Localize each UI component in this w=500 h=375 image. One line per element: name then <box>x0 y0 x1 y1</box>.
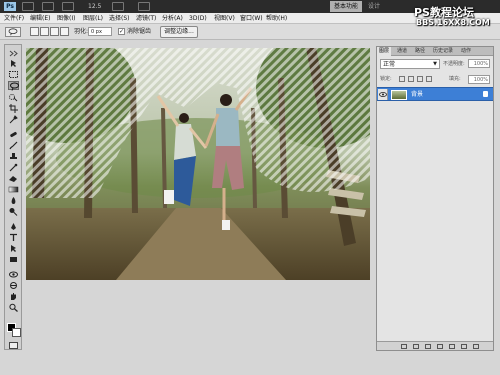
opacity-input[interactable]: 100% <box>468 59 490 68</box>
feather-label: 羽化: <box>74 28 89 35</box>
fill-input[interactable]: 100% <box>468 75 490 84</box>
view-extras-icon[interactable] <box>62 2 74 11</box>
layer-row-background[interactable]: 背景 <box>377 87 493 101</box>
workspace-essentials-button[interactable]: 基本功能 <box>330 1 362 12</box>
blend-mode-select[interactable]: 正常 ▼ <box>380 59 440 69</box>
dodge-tool-icon[interactable] <box>8 207 19 216</box>
watermark-url: BBS.16XX8.COM <box>416 18 490 27</box>
background-color-swatch[interactable] <box>12 328 21 337</box>
menu-analysis[interactable]: 分析(A) <box>162 13 183 24</box>
menu-view[interactable]: 视图(V) <box>214 13 235 24</box>
tab-layers[interactable]: 图层 <box>377 47 392 56</box>
arrange-documents-icon[interactable] <box>138 2 150 11</box>
menu-filter[interactable]: 滤镜(T) <box>136 13 156 24</box>
history-brush-tool-icon[interactable] <box>8 163 19 172</box>
new-group-icon[interactable] <box>449 344 455 349</box>
lock-all-icon[interactable] <box>426 76 432 82</box>
pen-tool-icon[interactable] <box>8 222 19 231</box>
document-canvas[interactable] <box>26 48 370 280</box>
marquee-tool-icon[interactable] <box>8 70 19 79</box>
lasso-tool-icon[interactable] <box>8 81 19 91</box>
zoom-tool-icon[interactable] <box>8 303 19 312</box>
tab-history[interactable]: 历史记录 <box>431 47 455 56</box>
lock-icon <box>483 91 488 97</box>
lock-row: 锁定: 填充: 100% <box>377 74 493 85</box>
photo-image <box>26 48 370 280</box>
lock-label: 锁定: <box>380 76 392 82</box>
hand-icon[interactable] <box>112 2 124 11</box>
3d-rotate-tool-icon[interactable] <box>8 270 19 279</box>
gradient-tool-icon[interactable] <box>8 185 19 194</box>
menu-layer[interactable]: 图层(L) <box>83 13 103 24</box>
zoom-level[interactable]: 12.5 <box>88 2 101 11</box>
menu-image[interactable]: 图像(I) <box>57 13 75 24</box>
blur-tool-icon[interactable] <box>8 196 19 205</box>
move-tool-icon[interactable] <box>8 59 19 68</box>
photoshop-logo: Ps <box>4 2 16 11</box>
intersect-selection-button[interactable] <box>60 27 69 36</box>
bridge-icon[interactable] <box>22 2 34 11</box>
layers-panel: 图层 通道 路径 历史记录 动作 正常 ▼ 不透明度: 100% 锁定: 填充:… <box>376 46 494 351</box>
opacity-label: 不透明度: <box>443 61 465 67</box>
quick-mask-icon[interactable] <box>9 342 18 349</box>
collapse-toolbox-icon[interactable] <box>8 49 19 58</box>
menu-help[interactable]: 帮助(H) <box>266 13 287 24</box>
new-layer-icon[interactable] <box>461 344 467 349</box>
layer-style-icon[interactable] <box>413 344 419 349</box>
lock-pixels-icon[interactable] <box>408 76 414 82</box>
type-tool-icon[interactable] <box>8 233 19 242</box>
brush-tool-icon[interactable] <box>8 141 19 150</box>
shape-tool-icon[interactable] <box>8 255 19 264</box>
add-selection-button[interactable] <box>40 27 49 36</box>
lasso-icon <box>8 28 18 36</box>
chevron-down-icon: ▼ <box>433 61 437 67</box>
layer-thumbnail <box>391 90 407 100</box>
eye-icon[interactable] <box>378 89 388 100</box>
lock-transparency-icon[interactable] <box>399 76 405 82</box>
blend-mode-value: 正常 <box>383 61 396 68</box>
lock-position-icon[interactable] <box>417 76 423 82</box>
menu-3d[interactable]: 3D(D) <box>189 13 207 24</box>
tool-preset-picker[interactable] <box>5 27 21 37</box>
layers-panel-footer <box>377 341 493 350</box>
layer-mask-icon[interactable] <box>425 344 431 349</box>
healing-brush-tool-icon[interactable] <box>8 130 19 139</box>
tab-actions[interactable]: 动作 <box>459 47 473 56</box>
menu-file[interactable]: 文件(F) <box>4 13 24 24</box>
menu-select[interactable]: 选择(S) <box>109 13 130 24</box>
tab-paths[interactable]: 路径 <box>413 47 427 56</box>
quick-selection-tool-icon[interactable] <box>8 93 19 102</box>
panel-tabs: 图层 通道 路径 历史记录 动作 <box>377 47 493 56</box>
link-layers-icon[interactable] <box>401 344 407 349</box>
menu-edit[interactable]: 编辑(E) <box>30 13 50 24</box>
3d-camera-tool-icon[interactable] <box>8 281 19 290</box>
antialias-label: 消除锯齿 <box>127 28 152 35</box>
eraser-tool-icon[interactable] <box>8 174 19 183</box>
fill-label: 填充: <box>449 76 461 82</box>
antialias-checkbox[interactable]: ✓ <box>118 28 125 35</box>
crop-tool-icon[interactable] <box>8 104 19 113</box>
menu-window[interactable]: 窗口(W) <box>240 13 263 24</box>
workspace-design-button[interactable]: 设计 <box>368 1 380 12</box>
feather-input[interactable]: 0 px <box>88 27 112 36</box>
adjustment-layer-icon[interactable] <box>437 344 443 349</box>
hand-tool-icon[interactable] <box>8 292 19 301</box>
clone-stamp-tool-icon[interactable] <box>8 152 19 161</box>
tab-channels[interactable]: 通道 <box>395 47 409 56</box>
eyedropper-tool-icon[interactable] <box>8 115 19 124</box>
refine-edge-button[interactable]: 调整边缘... <box>160 26 198 38</box>
subtract-selection-button[interactable] <box>50 27 59 36</box>
minibridge-icon[interactable] <box>42 2 54 11</box>
path-selection-tool-icon[interactable] <box>8 244 19 253</box>
new-selection-button[interactable] <box>30 27 39 36</box>
toolbox <box>4 44 22 350</box>
delete-layer-icon[interactable] <box>473 344 479 349</box>
layer-name[interactable]: 背景 <box>411 88 423 101</box>
blend-row: 正常 ▼ 不透明度: 100% <box>377 59 493 70</box>
